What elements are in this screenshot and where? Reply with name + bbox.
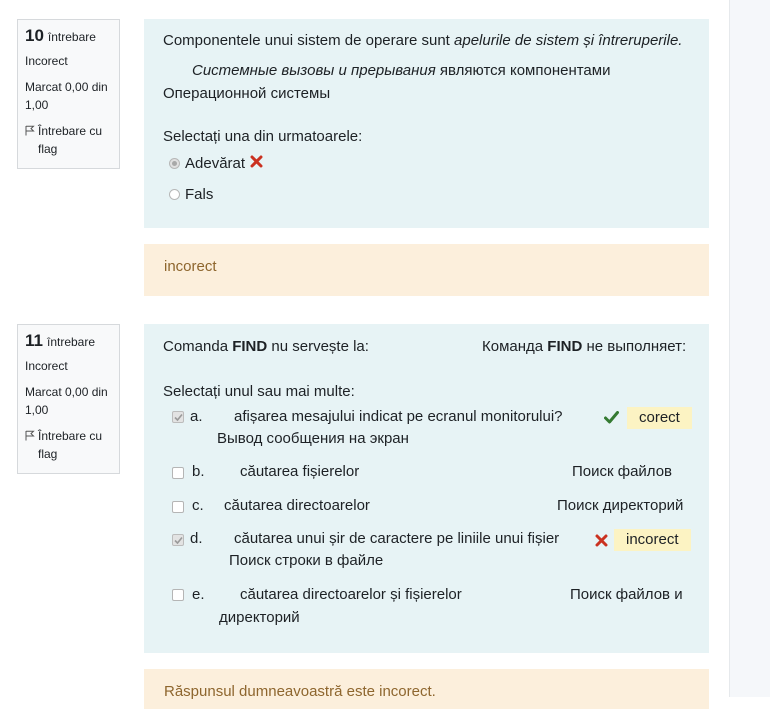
check-icon bbox=[174, 536, 183, 545]
badge-incorrect: incorect bbox=[614, 529, 691, 551]
cross-icon bbox=[250, 155, 263, 168]
flag-icon bbox=[25, 430, 35, 441]
option-letter-b: b. bbox=[192, 463, 205, 480]
option-letter-d: d. bbox=[190, 530, 203, 547]
badge-correct: corect bbox=[627, 407, 692, 429]
option-text-d: căutarea unui șir de caractere pe liniil… bbox=[234, 530, 560, 547]
checkbox-c[interactable] bbox=[172, 501, 184, 513]
option-text-ru-e: Поиск файлов и bbox=[570, 586, 683, 603]
option-letter-e: e. bbox=[192, 586, 205, 603]
right-sidebar-strip bbox=[729, 0, 770, 697]
answer-prompt: Selectați unul sau mai multe: bbox=[163, 383, 355, 400]
flag-label: Întrebare cu flag bbox=[38, 429, 103, 461]
question-state: Incorect bbox=[25, 54, 68, 68]
flag-icon bbox=[25, 125, 35, 136]
question-text-bold: FIND bbox=[232, 338, 268, 355]
question-info-11: 11 întrebare Incorect Marcat 0,00 din 1,0… bbox=[17, 324, 120, 474]
option-text-ru-a: Вывод сообщения на экран bbox=[217, 430, 409, 447]
incorrect-icon bbox=[595, 532, 608, 554]
question-text-ru-plain: являются компонентами bbox=[435, 62, 611, 79]
checkbox-a[interactable] bbox=[172, 411, 184, 423]
checkbox-b[interactable] bbox=[172, 467, 184, 479]
question-text-ru-emphasis: Системные вызовы и прерывания bbox=[192, 62, 436, 79]
question-number: 11 bbox=[25, 331, 43, 350]
incorrect-icon bbox=[250, 153, 263, 175]
checkbox-d[interactable] bbox=[172, 534, 184, 546]
radio-true[interactable] bbox=[169, 158, 180, 169]
option-text-ru-e-line2: директорий bbox=[219, 609, 300, 626]
question-text-ru-line2: Операционной системы bbox=[163, 85, 331, 102]
question-number: 10 bbox=[25, 26, 44, 45]
option-label-false: Fals bbox=[185, 186, 214, 203]
flag-question-link[interactable]: Întrebare cu flag bbox=[25, 427, 112, 463]
checkbox-e[interactable] bbox=[172, 589, 184, 601]
option-text-ru-d: Поиск строки в файле bbox=[229, 552, 384, 569]
cross-icon bbox=[595, 534, 608, 547]
question-text-plain-2: nu servește la: bbox=[267, 338, 369, 355]
option-text-ru-c: Поиск директорий bbox=[557, 497, 684, 514]
question-text: Comanda FIND nu servește la: bbox=[163, 336, 369, 358]
option-letter-a: a. bbox=[190, 408, 203, 425]
question-text-ru-plain-2: не выполняет: bbox=[582, 338, 687, 355]
question-text-ru: Команда FIND не выполняет: bbox=[482, 336, 686, 358]
option-text-b: căutarea fișierelor bbox=[240, 463, 360, 480]
question-word: întrebare bbox=[47, 30, 96, 44]
flag-question-link[interactable]: Întrebare cu flag bbox=[25, 122, 112, 158]
option-letter-c: c. bbox=[192, 497, 204, 514]
feedback-11: Răspunsul dumneavoastră este incorect. bbox=[144, 669, 709, 709]
question-content-11: Comanda FIND nu servește la: Команда FIN… bbox=[144, 324, 709, 653]
question-info-10: 10 întrebare Incorect Marcat 0,00 din 1,0… bbox=[17, 19, 120, 169]
question-text: Componentele unui sistem de operare sunt… bbox=[163, 30, 682, 52]
question-grade: Marcat 0,00 din 1,00 bbox=[25, 385, 108, 417]
question-state: Incorect bbox=[25, 359, 68, 373]
question-text-emphasis: apelurile de sistem și întreruperile. bbox=[454, 32, 683, 49]
feedback-10: incorect bbox=[144, 244, 709, 296]
question-grade: Marcat 0,00 din 1,00 bbox=[25, 80, 108, 112]
question-word: întrebare bbox=[46, 335, 96, 349]
option-text-c: căutarea directoarelor bbox=[224, 497, 370, 514]
question-text-plain: Componentele unui sistem de operare sunt bbox=[163, 32, 455, 49]
checkmark-icon bbox=[604, 411, 619, 424]
option-text-e: căutarea directoarelor și fișierelor bbox=[240, 586, 462, 603]
option-text-a: afișarea mesajului indicat pe ecranul mo… bbox=[234, 408, 563, 425]
question-text-ru-plain: Команда bbox=[482, 338, 548, 355]
correct-icon bbox=[604, 409, 619, 431]
question-number-line: 10 întrebare bbox=[25, 27, 112, 46]
option-text-ru-b: Поиск файлов bbox=[572, 463, 673, 480]
question-text-ru-bold: FIND bbox=[547, 338, 583, 355]
question-content-10: Componentele unui sistem de operare sunt… bbox=[144, 19, 709, 228]
answer-prompt: Selectați una din urmatoarele: bbox=[163, 128, 363, 145]
question-text-ru: Системные вызовы и прерывания являются к… bbox=[192, 60, 610, 82]
question-number-line: 11 întrebare bbox=[25, 332, 112, 351]
flag-label: Întrebare cu flag bbox=[38, 124, 103, 156]
question-text-plain: Comanda bbox=[163, 338, 233, 355]
option-label-true: Adevărat bbox=[185, 155, 246, 172]
check-icon bbox=[174, 413, 183, 422]
radio-false[interactable] bbox=[169, 189, 180, 200]
